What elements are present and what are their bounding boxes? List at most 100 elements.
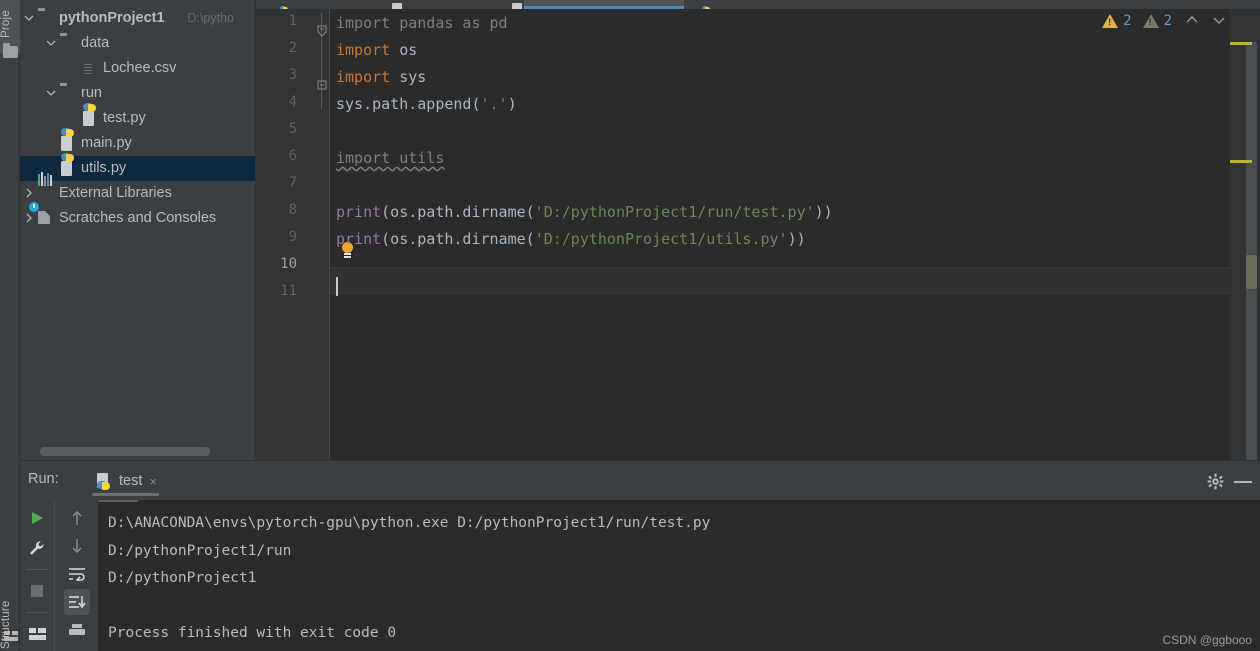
tree-item-data[interactable]: data (20, 31, 255, 56)
code-line: import pandas as pd (336, 10, 508, 37)
inspection-widget: 2 2 (1102, 13, 1226, 29)
tree-item-test-py[interactable]: test.py (20, 103, 255, 131)
tree-item-run[interactable]: run (20, 81, 255, 106)
editor-tab-stub-active[interactable] (524, 0, 684, 9)
tree-item-pythonproject1[interactable]: pythonProject1 D:\pytho (20, 6, 255, 31)
editor-gutter[interactable]: 1 2 3 4 5 6 7 8 9 10 11 (256, 9, 330, 460)
console-line: D:\ANACONDA\envs\pytorch-gpu\python.exe … (108, 515, 711, 531)
code-line: sys.path.append('.') (336, 91, 517, 118)
tree-item-label: Lochee.csv (103, 60, 177, 76)
tree-item-label: Scratches and Consoles (59, 210, 217, 226)
warning-marker[interactable] (1230, 42, 1252, 45)
code-content[interactable]: import pandas as pd import os import sys sy… (330, 9, 1260, 460)
layout-icon[interactable] (24, 621, 50, 647)
code-token: )) (814, 203, 833, 221)
python-file-icon (60, 128, 76, 152)
console-line: D:/pythonProject1/run (108, 542, 292, 559)
arrow-up-icon[interactable] (64, 505, 90, 531)
line-number: 5 (288, 121, 297, 137)
inspection-gutter[interactable] (1230, 9, 1260, 460)
next-problem-button[interactable] (1212, 14, 1226, 29)
run-tab-label: test (119, 473, 143, 489)
libraries-icon (38, 172, 54, 202)
soft-wrap-icon[interactable] (64, 561, 90, 587)
line-number: 2 (288, 40, 297, 56)
python-file-icon (82, 103, 98, 127)
line-number: 11 (280, 283, 297, 299)
print-icon[interactable] (64, 617, 90, 643)
weak-warning-count: 2 (1163, 13, 1172, 29)
watermark: CSDN @ggbooo (1162, 633, 1252, 647)
code-token: 'D:/pythonProject1/utils.py' (534, 230, 788, 248)
editor-scrollbar-thumb[interactable] (1246, 255, 1257, 289)
tree-item-main-py[interactable]: main.py (20, 128, 255, 156)
code-token: (os.path.dirname( (381, 230, 535, 248)
run-icon[interactable] (24, 505, 50, 531)
tree-item-label: pythonProject1 (59, 10, 165, 26)
tree-item-lochee-csv[interactable]: Lochee.csv (20, 56, 255, 81)
editor-tab-stub-5[interactable] (696, 0, 816, 9)
code-line: import sys (336, 64, 426, 91)
project-panel-horizontal-scrollbar[interactable] (40, 447, 210, 456)
gear-icon[interactable] (1207, 473, 1224, 495)
tree-item-label: utils.py (81, 160, 127, 176)
code-token: sys.path.append( (336, 95, 481, 113)
run-label: Run: (28, 471, 59, 487)
code-token: ) (507, 95, 517, 113)
warning-marker[interactable] (1230, 160, 1252, 163)
tree-item-utils-py[interactable]: utils.py (20, 153, 255, 181)
code-token: print (336, 203, 382, 221)
chevron-down-icon[interactable] (44, 81, 58, 106)
run-tab-underline (92, 493, 159, 496)
stop-icon[interactable] (24, 578, 50, 604)
line-number: 1 (288, 13, 297, 29)
tree-item-scratches-and-consoles[interactable]: Scratches and Consoles (20, 202, 255, 231)
line-number: 7 (288, 175, 297, 191)
fold-marker-open[interactable] (316, 25, 328, 37)
line-number: 9 (288, 229, 297, 245)
editor-area: 1 2 3 4 5 6 7 8 9 10 11 import pandas as… (256, 0, 1260, 460)
minimize-icon[interactable] (1234, 481, 1252, 483)
chevron-down-icon[interactable] (22, 6, 36, 31)
chevron-down-icon[interactable] (44, 31, 58, 56)
window-layout-icon[interactable] (4, 631, 18, 641)
tree-item-label: data (81, 35, 110, 51)
editor-tab-stub-2[interactable] (384, 0, 494, 9)
current-line-highlight (330, 267, 1260, 294)
editor-tab-stub-1[interactable] (270, 0, 380, 9)
console-line: Process finished with exit code 0 (108, 625, 397, 641)
pycharm-window: Proje Structure pythonProject1 D:\pytho da… (0, 0, 1260, 651)
run-console[interactable]: D:\ANACONDA\envs\pytorch-gpu\python.exe … (98, 500, 1260, 651)
toolbar-divider (26, 612, 48, 613)
run-tab-test[interactable]: test × (88, 464, 163, 498)
console-top-scrollbar[interactable] (98, 500, 138, 502)
folder-icon (60, 86, 76, 102)
run-tool-window: Run: test × D:\ANACONDA\envs\pytorch-gpu… (20, 460, 1260, 651)
line-number: 4 (288, 94, 297, 110)
code-token: import utils (336, 149, 445, 167)
code-token: sys (390, 68, 427, 86)
arrow-down-icon[interactable] (64, 533, 90, 559)
code-token: '.' (480, 95, 508, 113)
run-toolbar-right (54, 500, 98, 651)
fold-marker-collapse[interactable] (316, 79, 328, 91)
editor-scrollbar-track[interactable] (1246, 42, 1257, 460)
editor-tab-bar (256, 0, 1260, 9)
scroll-to-end-icon[interactable] (63, 589, 90, 615)
tree-item-external-libraries[interactable]: External Libraries (20, 172, 255, 206)
line-number: 8 (288, 202, 297, 218)
code-token: import (336, 68, 391, 86)
run-toolbar-left (20, 500, 54, 651)
warning-count: 2 (1123, 13, 1132, 29)
code-token: import pandas as pd (336, 14, 508, 32)
line-number: 3 (288, 67, 297, 83)
code-line: print(os.path.dirname('D:/pythonProject1… (336, 199, 833, 226)
previous-problem-button[interactable] (1185, 14, 1199, 29)
close-icon[interactable]: × (149, 474, 157, 489)
console-line: D:/pythonProject1 (108, 570, 257, 586)
wrench-icon[interactable] (24, 535, 50, 561)
python-file-icon (96, 473, 112, 490)
toolbar-divider (26, 569, 48, 570)
line-number: 6 (288, 148, 297, 164)
